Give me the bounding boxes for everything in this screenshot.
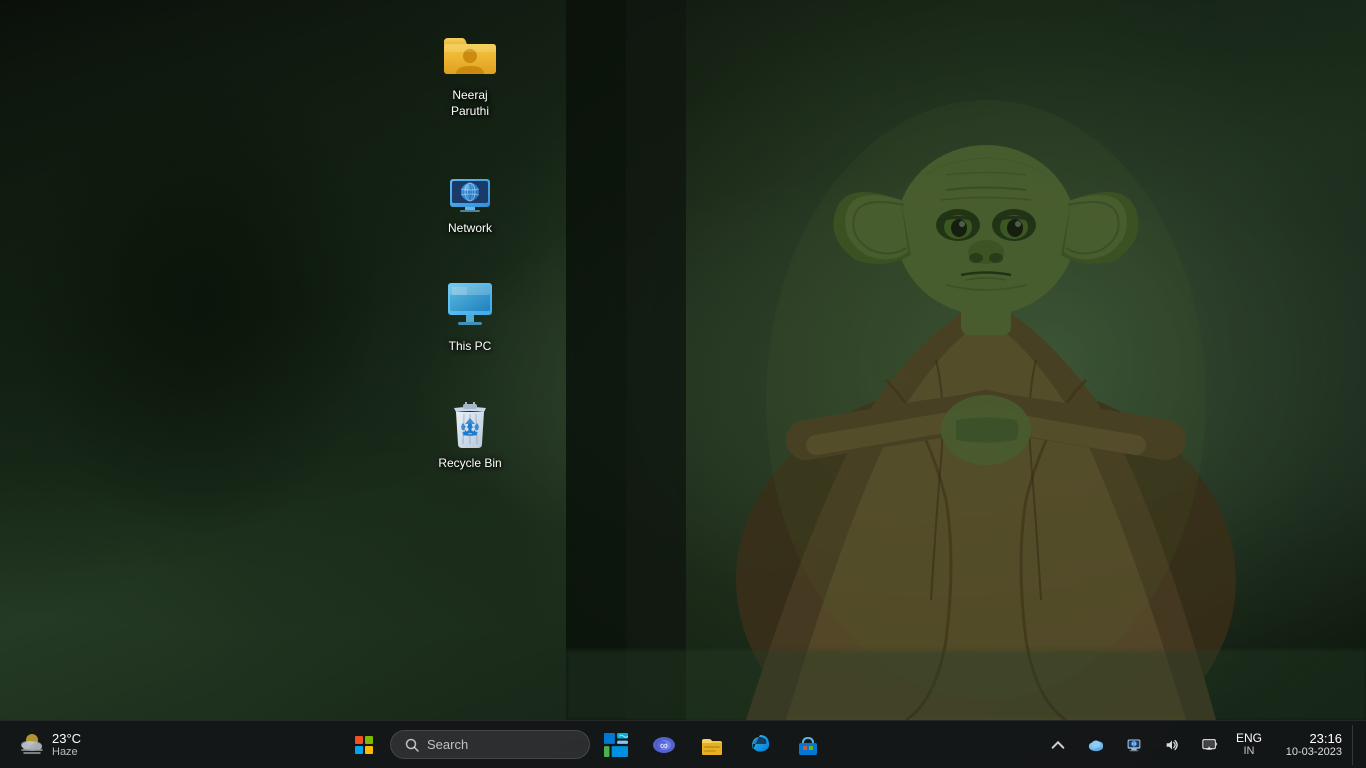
desktop-icon-recycle-bin[interactable]: Recycle Bin [430, 388, 510, 476]
taskbar: 23°C Haze Search [0, 720, 1366, 768]
tray-expand-button[interactable] [1040, 727, 1076, 763]
this-pc-label: This PC [449, 339, 492, 355]
network-icon [440, 157, 500, 217]
volume-icon[interactable] [1154, 727, 1190, 763]
weather-icon [18, 728, 46, 762]
file-explorer-button[interactable] [690, 725, 734, 765]
neeraj-paruthi-label: Neeraj Paruthi [434, 88, 506, 119]
teams-button[interactable]: ∞ [642, 725, 686, 765]
svg-text:∞: ∞ [660, 740, 668, 752]
clock-date: 10-03-2023 [1286, 746, 1342, 758]
desktop-icons-area: Neeraj Paruthi [0, 0, 1366, 720]
network-tray-icon[interactable] [1116, 727, 1152, 763]
search-icon [405, 738, 419, 752]
recycle-bin-label: Recycle Bin [438, 456, 501, 472]
search-bar[interactable]: Search [390, 730, 590, 759]
clock-time: 23:16 [1309, 731, 1342, 746]
system-tray: ENG IN 23:16 10-03-2023 [1040, 725, 1358, 765]
language-code: ENG [1236, 731, 1262, 745]
desktop-icon-network[interactable]: Network [430, 153, 510, 241]
search-placeholder: Search [427, 737, 468, 752]
onedrive-icon[interactable] [1078, 727, 1114, 763]
network-label: Network [448, 221, 492, 237]
start-button[interactable] [342, 725, 386, 765]
weather-widget[interactable]: 23°C Haze [8, 724, 128, 766]
store-button[interactable] [786, 725, 830, 765]
language-indicator[interactable]: ENG IN [1230, 729, 1268, 761]
desktop-icon-neeraj-paruthi[interactable]: Neeraj Paruthi [430, 20, 510, 123]
edge-browser-button[interactable] [738, 725, 782, 765]
weather-temperature: 23°C [52, 731, 81, 746]
desktop-icon-this-pc[interactable]: This PC [430, 271, 510, 359]
show-desktop-button[interactable] [1352, 725, 1358, 765]
clock-area[interactable]: 23:16 10-03-2023 [1270, 731, 1350, 758]
weather-text-area: 23°C Haze [52, 731, 81, 758]
weather-description: Haze [52, 746, 81, 758]
taskbar-center: Search ∞ [134, 725, 1038, 765]
widgets-button[interactable] [594, 725, 638, 765]
display-icon[interactable] [1192, 727, 1228, 763]
recycle-bin-icon [440, 392, 500, 452]
language-region: IN [1243, 745, 1254, 758]
folder-user-icon [440, 24, 500, 84]
computer-icon [440, 275, 500, 335]
